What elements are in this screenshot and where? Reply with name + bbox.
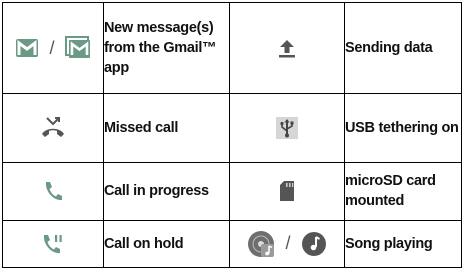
description-cell: Call in progress [103, 161, 230, 221]
missed-call-icon [42, 117, 64, 138]
gmail-icon [16, 39, 39, 58]
phone-icon [45, 182, 62, 201]
table-row: / New message(s) from the Gmail™ app Sen… [2, 1, 462, 95]
status-icon-table: / New message(s) from the Gmail™ app Sen… [2, 1, 462, 269]
icon-cell: / [2, 1, 104, 95]
icon-separator: / [49, 37, 55, 58]
icon-cell [229, 161, 345, 221]
call-hold-icon [43, 234, 62, 253]
table-row: Call on hold / Song playing [2, 219, 462, 269]
icon-cell [229, 93, 345, 163]
upload-arrow-icon [279, 40, 295, 58]
description-cell: microSD card mounted [344, 161, 462, 221]
table-row: Missed call USB tethering on [2, 93, 462, 163]
gmail-multiple-icon [64, 36, 90, 59]
description-cell: Missed call [103, 93, 230, 163]
icon-cell [2, 161, 104, 221]
icon-separator: / [285, 233, 291, 254]
sd-card-icon [280, 181, 294, 202]
description-cell: Sending data [344, 1, 462, 95]
music-note-circle-icon [301, 231, 326, 256]
icon-cell: / [229, 219, 345, 269]
icon-cell [2, 93, 104, 163]
description-cell: Song playing [344, 219, 462, 269]
usb-icon [276, 117, 298, 140]
icon-cell [229, 1, 345, 95]
description-cell: New message(s) from the Gmail™ app [103, 1, 230, 95]
music-app-icon [248, 230, 275, 257]
description-cell: USB tethering on [344, 93, 462, 163]
table-row: Call in progress microSD card mounted [2, 161, 462, 221]
icon-cell [2, 219, 104, 269]
description-cell: Call on hold [103, 219, 230, 269]
